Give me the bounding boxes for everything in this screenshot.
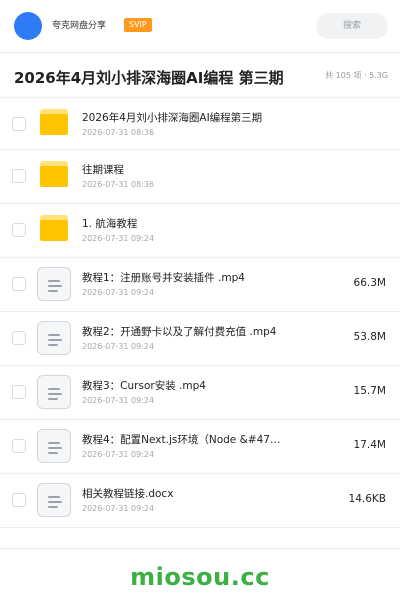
folder-row[interactable]: 2026年4月刘小排深海圈AI编程第三期 2026-07-31 08:36 <box>0 98 400 150</box>
brand-label: 夸克网盘分享 <box>52 21 107 31</box>
svip-badge: SVIP <box>124 18 152 32</box>
item-date: 2026-07-31 09:24 <box>82 342 155 351</box>
row-checkbox[interactable] <box>12 493 26 507</box>
file-row[interactable]: 教程1：注册账号并安装插件 .mp4 2026-07-31 09:24 66.3M <box>0 258 400 312</box>
row-checkbox[interactable] <box>12 169 26 183</box>
document-icon <box>37 429 71 463</box>
document-icon <box>37 321 71 355</box>
item-date: 2026-07-31 09:24 <box>82 234 155 243</box>
folder-icon <box>40 215 68 241</box>
folder-icon <box>40 161 68 187</box>
file-row[interactable]: 教程4：配置Next.js环境（Node &#47… 2026-07-31 09:… <box>0 420 400 474</box>
item-name: 教程4：配置Next.js环境（Node &#47… <box>82 434 281 446</box>
item-size: 17.4M <box>353 439 386 451</box>
file-list: 2026年4月刘小排深海圈AI编程第三期 2026-07-31 08:36 往期课程… <box>0 98 400 528</box>
item-size: 15.7M <box>353 385 386 397</box>
item-date: 2026-07-31 09:24 <box>82 504 155 513</box>
document-icon <box>37 483 71 517</box>
item-name: 相关教程链接.docx <box>82 488 174 500</box>
row-checkbox[interactable] <box>12 439 26 453</box>
search-input[interactable]: 搜索 <box>316 13 388 39</box>
folder-row[interactable]: 往期课程 2026-07-31 08:36 <box>0 150 400 204</box>
item-size: 53.8M <box>353 331 386 343</box>
top-bar: 夸克网盘分享 SVIP 搜索 <box>0 0 400 52</box>
row-checkbox[interactable] <box>12 277 26 291</box>
row-checkbox[interactable] <box>12 223 26 237</box>
share-header: 2026年4月刘小排深海圈AI编程 第三期 共 105 项 · 5.3G <box>0 52 400 98</box>
page-title: 2026年4月刘小排深海圈AI编程 第三期 <box>14 69 284 87</box>
file-row[interactable]: 相关教程链接.docx 2026-07-31 09:24 14.6KB <box>0 474 400 528</box>
document-icon <box>37 375 71 409</box>
avatar[interactable] <box>14 12 42 40</box>
item-name: 教程3：Cursor安装 .mp4 <box>82 380 206 392</box>
watermark: miosou.cc <box>130 563 270 591</box>
item-name: 教程2：开通野卡以及了解付费充值 .mp4 <box>82 326 277 338</box>
file-row[interactable]: 教程2：开通野卡以及了解付费充值 .mp4 2026-07-31 09:24 53.… <box>0 312 400 366</box>
item-summary: 共 105 项 · 5.3G <box>325 71 388 80</box>
folder-row[interactable]: 1. 航海教程 2026-07-31 09:24 <box>0 204 400 258</box>
row-checkbox[interactable] <box>12 385 26 399</box>
row-checkbox[interactable] <box>12 117 26 131</box>
item-date: 2026-07-31 09:24 <box>82 288 155 297</box>
item-date: 2026-07-31 09:24 <box>82 450 155 459</box>
item-date: 2026-07-31 08:36 <box>82 180 155 189</box>
footer: miosou.cc <box>0 548 400 600</box>
item-name: 1. 航海教程 <box>82 218 138 230</box>
document-icon <box>37 267 71 301</box>
item-name: 往期课程 <box>82 164 124 176</box>
file-row[interactable]: 教程3：Cursor安装 .mp4 2026-07-31 09:24 15.7M <box>0 366 400 420</box>
item-size: 14.6KB <box>348 493 386 505</box>
row-checkbox[interactable] <box>12 331 26 345</box>
item-name: 2026年4月刘小排深海圈AI编程第三期 <box>82 112 263 124</box>
item-name: 教程1：注册账号并安装插件 .mp4 <box>82 272 245 284</box>
item-size: 66.3M <box>353 277 386 289</box>
folder-icon <box>40 109 68 135</box>
item-date: 2026-07-31 08:36 <box>82 128 155 137</box>
item-date: 2026-07-31 09:24 <box>82 396 155 405</box>
